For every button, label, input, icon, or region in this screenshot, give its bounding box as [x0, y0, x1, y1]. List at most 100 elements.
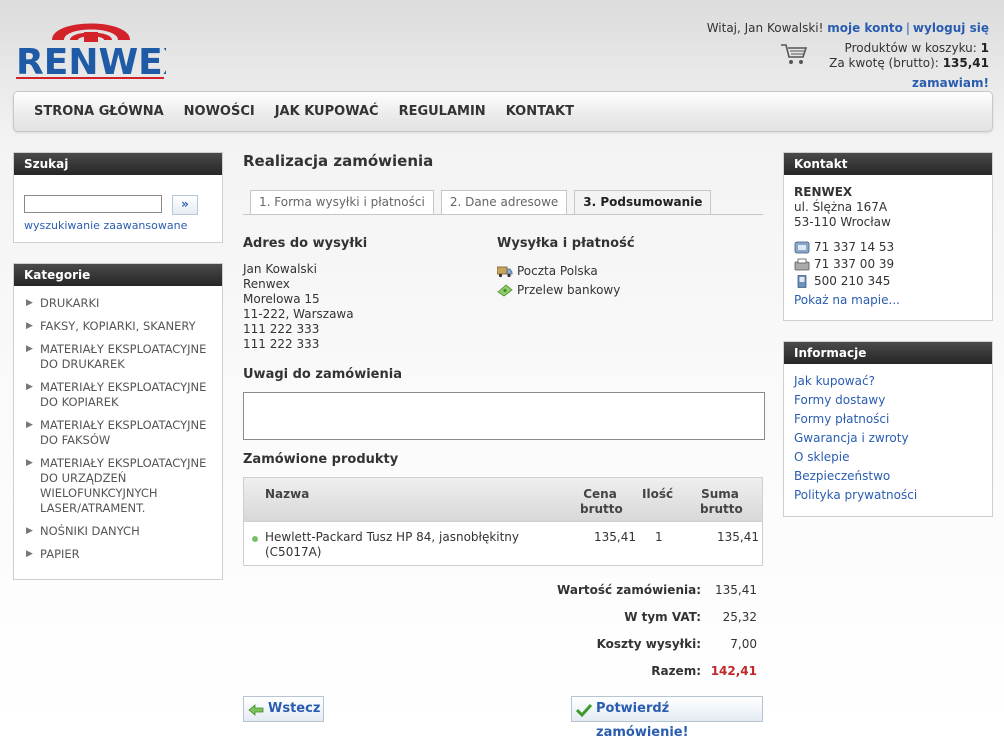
product-sum: 135,41	[717, 530, 759, 544]
info-link-privacy[interactable]: Polityka prywatności	[794, 486, 982, 505]
category-item-supplies-multifunction[interactable]: ▶ MATERIAŁY EKSPLOATACYJNE DO URZĄDZEŃ WIEL…	[26, 456, 216, 516]
shipping-method: Poczta Polska	[517, 264, 598, 278]
address-line: Jan Kowalski	[243, 262, 317, 276]
info-link-security[interactable]: Bezpieczeństwo	[794, 467, 982, 486]
contact-box-title: Kontakt	[784, 153, 992, 175]
company-name: RENWEX	[794, 185, 853, 199]
table-row: Hewlett-Packard Tusz HP 84, jasnobłękitn…	[244, 522, 762, 565]
total-label: Wartość zamówienia:	[557, 583, 701, 597]
arrow-right-icon: ▶	[26, 458, 33, 468]
main-nav: STRONA GŁÓWNA NOWOŚCI JAK KUPOWAĆ REGULA…	[13, 91, 993, 132]
arrow-left-icon	[248, 702, 264, 716]
payment-method: Przelew bankowy	[517, 283, 621, 297]
category-item-storage-media[interactable]: ▶ NOŚNIKI DANYCH	[26, 524, 216, 539]
shipping-payment-info: Poczta Polska Przelew bankowy	[496, 262, 621, 300]
mobile-row: 500 210 345	[794, 274, 982, 289]
category-item-printers[interactable]: ▶ DRUKARKI	[26, 296, 216, 311]
step-address[interactable]: 2. Dane adresowe	[440, 190, 568, 214]
product-price: 135,41	[594, 530, 636, 544]
address-line: 111 222 333	[243, 322, 320, 336]
arrow-right-icon: ▶	[26, 382, 33, 392]
total-value: 135,41	[715, 583, 757, 597]
info-link-how-to-buy[interactable]: Jak kupować?	[794, 372, 982, 391]
order-now-link[interactable]: zamawiam!	[912, 76, 989, 90]
contact-box: Kontakt RENWEX ul. Ślężna 167A 53-110 Wr…	[783, 152, 993, 321]
categories-box-title: Kategorie	[14, 264, 222, 286]
category-item-supplies-printers[interactable]: ▶ MATERIAŁY EKSPLOATACYJNE DO DRUKAREK	[26, 342, 216, 372]
category-item-supplies-fax[interactable]: ▶ MATERIAŁY EKSPLOATACYJNE DO FAKSÓW	[26, 418, 216, 448]
arrow-right-icon: ▶	[26, 344, 33, 354]
product-qty: 1	[655, 530, 663, 544]
nav-item-how-to-buy[interactable]: JAK KUPOWAĆ	[275, 104, 379, 119]
total-row-order-value: Wartość zamówienia: 135,41	[243, 583, 763, 598]
nav-item-home[interactable]: STRONA GŁÓWNA	[34, 104, 164, 119]
order-summary-section: Realizacja zamówienia 1. Forma wysyłki i…	[243, 152, 765, 737]
total-row-shipping: Koszty wysyłki: 7,00	[243, 637, 763, 652]
back-button[interactable]: Wstecz	[243, 696, 324, 722]
step-shipping-payment[interactable]: 1. Forma wysyłki i płatności	[250, 190, 434, 214]
info-link-about[interactable]: O sklepie	[794, 448, 982, 467]
steps-divider	[243, 214, 763, 215]
info-box: Informacje Jak kupować? Formy dostawy Fo…	[783, 341, 993, 517]
category-item-supplies-copiers[interactable]: ▶ MATERIAŁY EKSPLOATACYJNE DO KOPIAREK	[26, 380, 216, 410]
col-sum-header: Suma brutto	[700, 487, 743, 516]
shipping-address: Jan Kowalski Renwex Morelowa 15 11-222, …	[243, 262, 354, 352]
fax-number: 71 337 00 39	[814, 257, 895, 271]
product-name[interactable]: Hewlett-Packard Tusz HP 84, jasnobłękitn…	[265, 530, 519, 560]
confirm-order-button[interactable]: Potwierdź zamówienie!	[571, 696, 763, 737]
nav-item-contact[interactable]: KONTAKT	[506, 104, 574, 119]
total-row-grand: Razem: 142,41	[243, 664, 763, 679]
company-street: ul. Ślężna 167A	[794, 200, 888, 214]
cart-total-label: Za kwotę (brutto):	[829, 56, 939, 70]
col-price-header: Cena brutto	[580, 487, 623, 516]
col-qty-header: Ilość	[642, 487, 674, 501]
money-icon	[497, 284, 513, 297]
renwex-logo[interactable]: RENWEX	[14, 10, 191, 83]
cart-total: 135,41	[942, 56, 989, 70]
info-box-title: Informacje	[784, 342, 992, 364]
shipping-address-heading: Adres do wysyłki	[243, 236, 368, 251]
address-line: Morelowa 15	[243, 292, 320, 306]
confirm-button-label: Potwierdź zamówienie!	[596, 701, 689, 737]
fax-row: 71 337 00 39	[794, 257, 982, 272]
phone-number: 71 337 14 53	[814, 240, 895, 254]
phone-icon	[794, 241, 810, 254]
logo-text: RENWEX	[16, 42, 166, 82]
table-header: Nazwa Cena brutto Ilość Suma brutto	[244, 478, 762, 522]
address-line: 11-222, Warszawa	[243, 307, 354, 321]
info-link-payment[interactable]: Formy płatności	[794, 410, 982, 429]
info-link-delivery[interactable]: Formy dostawy	[794, 391, 982, 410]
total-value: 25,32	[722, 610, 757, 624]
total-label: Koszty wysyłki:	[596, 637, 701, 651]
order-notes-field[interactable]	[243, 392, 765, 440]
category-item-fax-copiers-scanners[interactable]: ▶ FAKSY, KOPIARKI, SKANERY	[26, 319, 216, 334]
category-list: ▶ DRUKARKI ▶ FAKSY, KOPIARKI, SKANERY ▶ MAT…	[14, 286, 222, 562]
welcome-bar: Witaj, Jan Kowalski! moje konto | wyloguj …	[707, 21, 989, 35]
total-label: Razem:	[651, 664, 701, 678]
search-button[interactable]: »	[172, 195, 198, 215]
search-box: Szukaj » wyszukiwanie zaawansowane	[13, 152, 223, 243]
cart-summary: Produktów w koszyku: 1 Za kwotę (brutto)…	[829, 41, 989, 71]
logout-link[interactable]: wyloguj się	[913, 21, 989, 35]
phone-row: 71 337 14 53	[794, 240, 982, 255]
category-item-paper[interactable]: ▶ PAPIER	[26, 547, 216, 562]
step-summary[interactable]: 3. Podsumowanie	[574, 190, 712, 215]
nav-item-terms[interactable]: REGULAMIN	[399, 104, 486, 119]
advanced-search-link[interactable]: wyszukiwanie zaawansowane	[24, 219, 187, 232]
cart-count-label: Produktów w koszyku:	[844, 41, 977, 55]
nav-item-news[interactable]: NOWOŚCI	[184, 104, 255, 119]
mobile-phone-icon	[794, 274, 810, 289]
arrow-right-icon: ▶	[26, 298, 33, 308]
my-account-link[interactable]: moje konto	[827, 21, 903, 35]
cart-icon[interactable]	[780, 42, 808, 66]
total-label: W tym VAT:	[624, 610, 701, 624]
address-line: 111 222 333	[243, 337, 320, 351]
show-map-link[interactable]: Pokaż na mapie...	[794, 293, 982, 308]
fax-icon	[794, 258, 810, 271]
categories-box: Kategorie ▶ DRUKARKI ▶ FAKSY, KOPIARKI, SK…	[13, 263, 223, 580]
truck-icon	[496, 265, 513, 278]
search-input[interactable]	[24, 195, 162, 213]
info-link-warranty[interactable]: Gwarancja i zwroty	[794, 429, 982, 448]
back-button-label: Wstecz	[268, 701, 321, 716]
checkmark-icon	[575, 702, 593, 718]
